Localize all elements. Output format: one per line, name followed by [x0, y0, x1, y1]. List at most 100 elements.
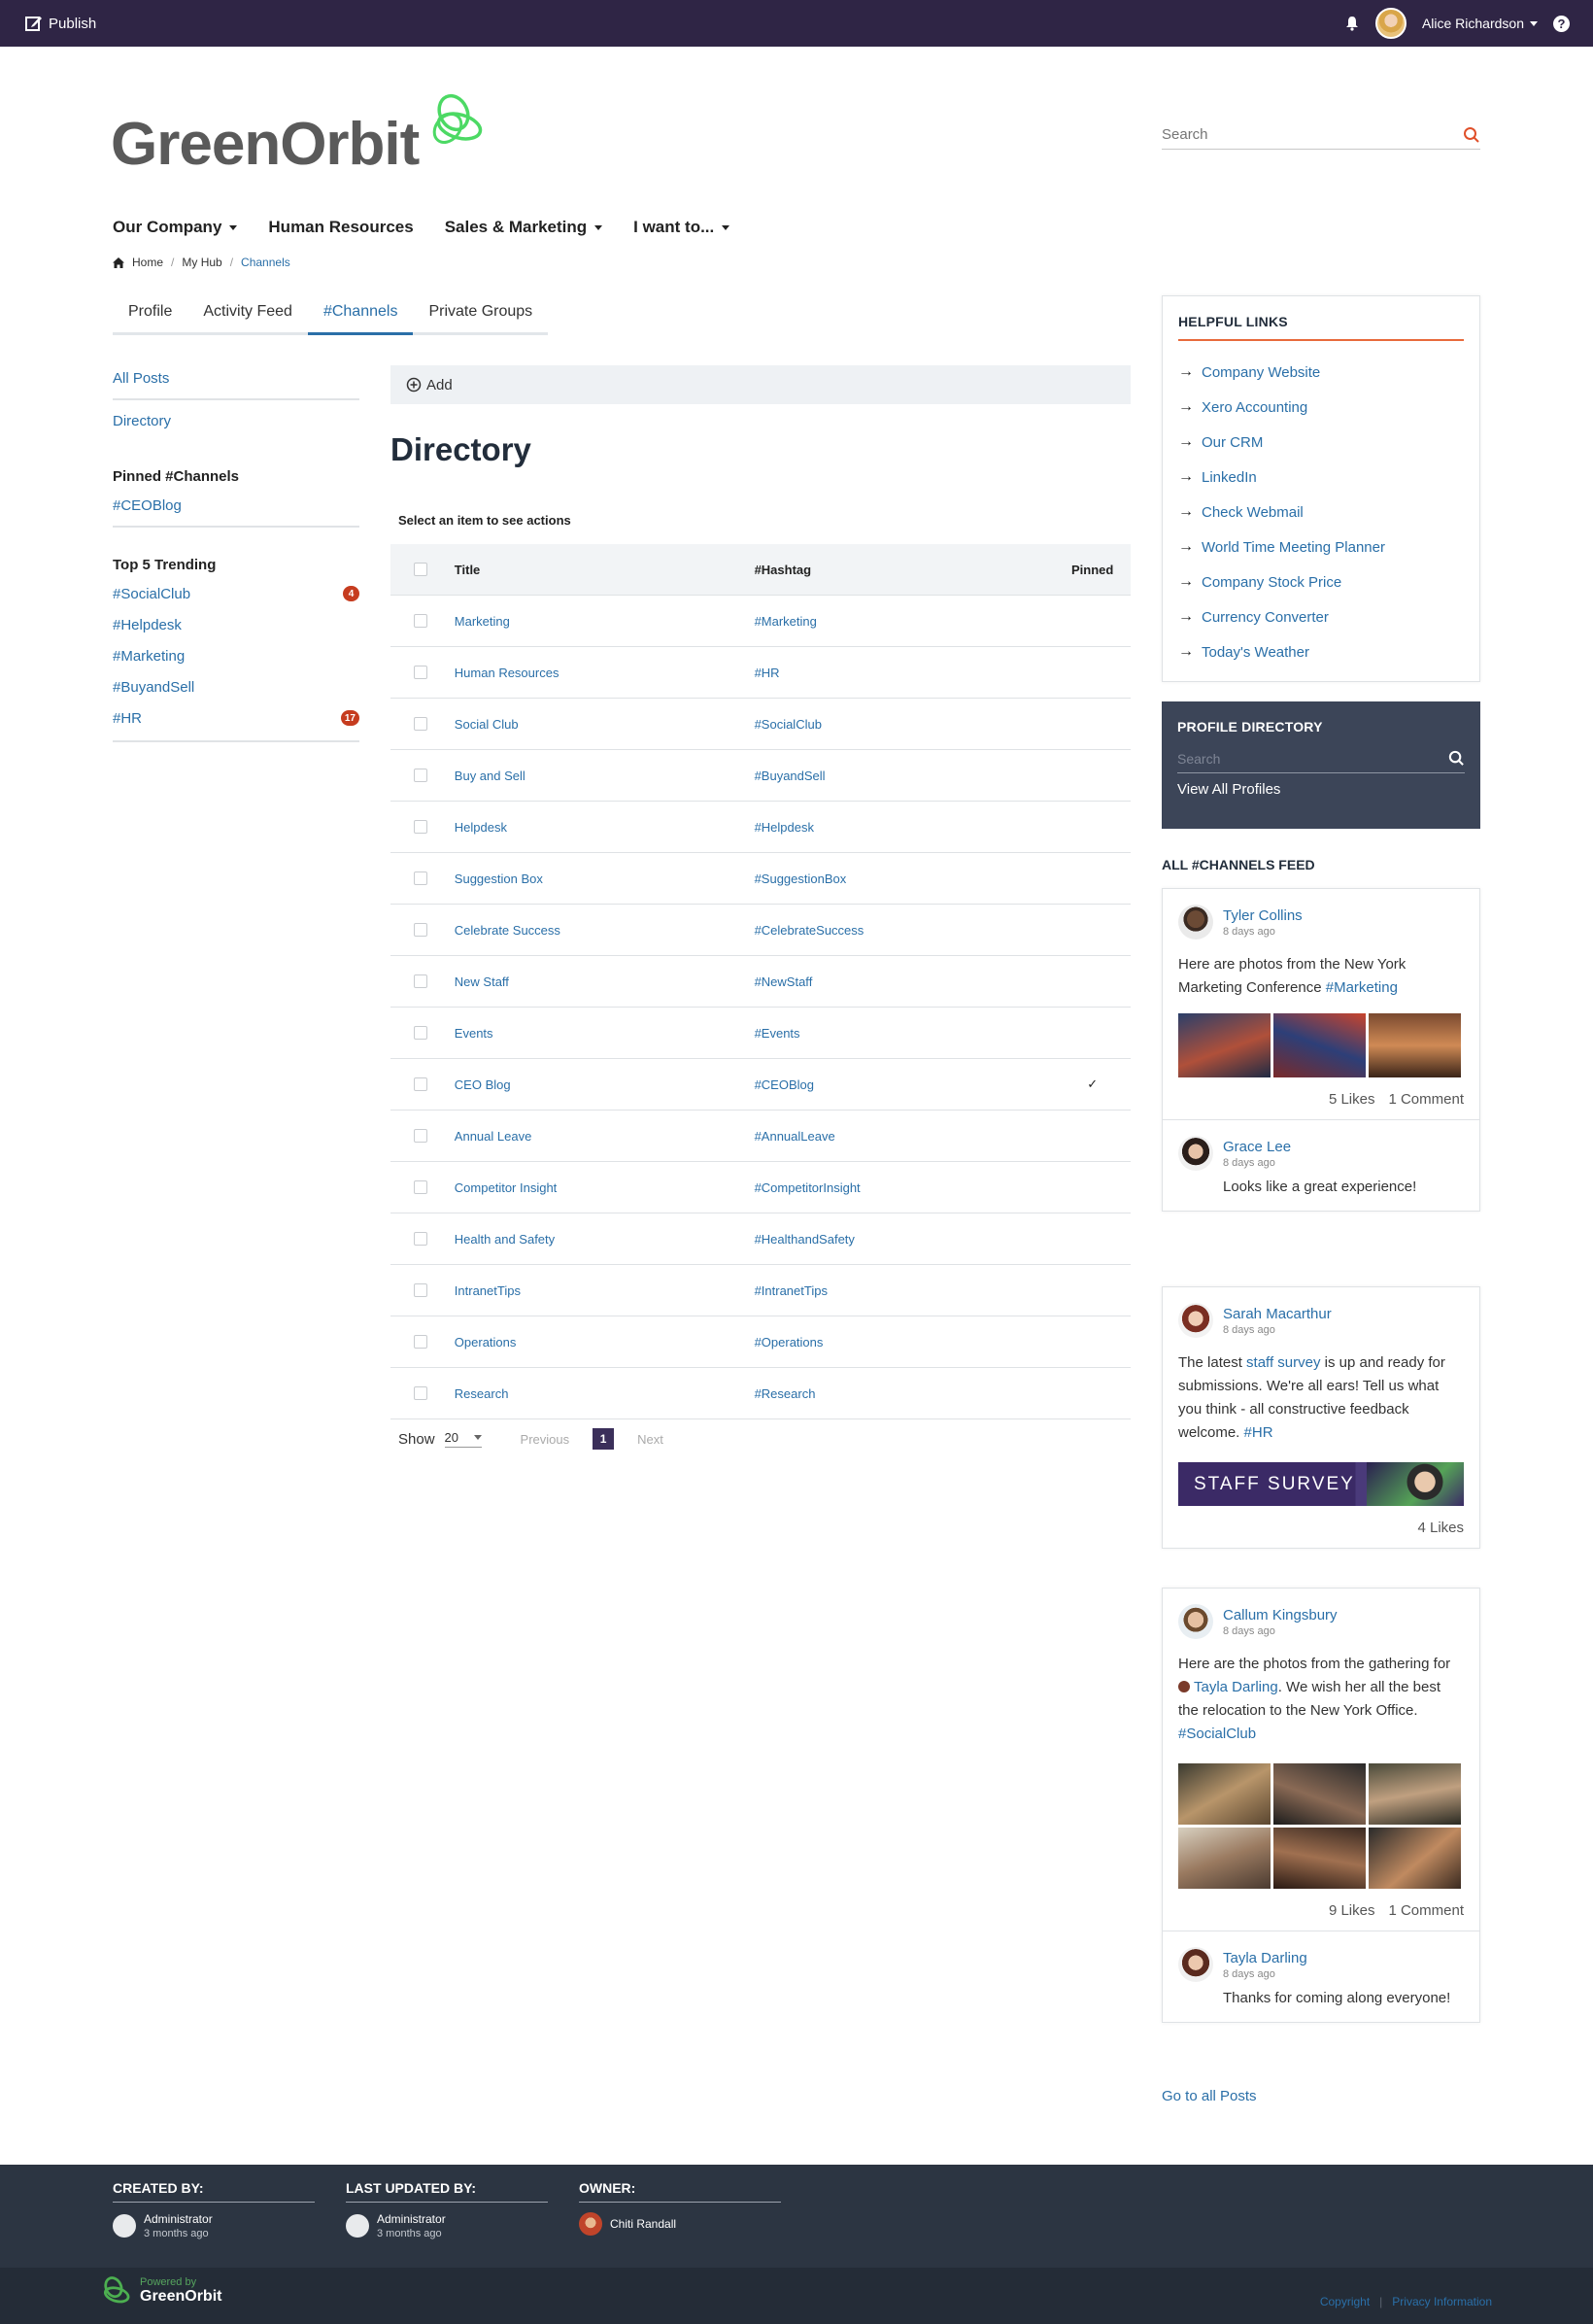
table-row[interactable]: Social Club #SocialClub [390, 699, 1131, 750]
comment-author[interactable]: Grace Lee [1223, 1139, 1291, 1155]
brand-logo[interactable]: GreenOrbit [111, 93, 487, 175]
comments-count[interactable]: 1 Comment [1388, 1902, 1464, 1919]
breadcrumb-hub[interactable]: My Hub [182, 256, 221, 269]
likes-count[interactable]: 5 Likes [1329, 1091, 1375, 1108]
table-row[interactable]: Helpdesk #Helpdesk [390, 802, 1131, 853]
channel-title-link[interactable]: Events [455, 1026, 755, 1041]
photo[interactable] [1178, 1828, 1271, 1889]
all-posts-link[interactable]: All Posts [113, 369, 359, 387]
bell-icon[interactable] [1344, 16, 1360, 31]
powered-by[interactable]: Powered by GreenOrbit [97, 2275, 221, 2307]
channel-title-link[interactable]: IntranetTips [455, 1283, 755, 1298]
table-row[interactable]: IntranetTips #IntranetTips [390, 1265, 1131, 1316]
channel-title-link[interactable]: Buy and Sell [455, 769, 755, 783]
helpful-link[interactable]: → Check Webmail [1178, 495, 1464, 530]
avatar[interactable] [1178, 1604, 1213, 1639]
avatar[interactable] [1178, 905, 1213, 940]
helpful-link-label[interactable]: LinkedIn [1202, 469, 1257, 486]
updated-by-name[interactable]: Administrator [377, 2212, 446, 2226]
next-page-button[interactable]: Next [637, 1432, 663, 1447]
nav-our-company[interactable]: Our Company [113, 218, 238, 237]
table-row[interactable]: Suggestion Box #SuggestionBox [390, 853, 1131, 905]
trending-item[interactable]: #BuyandSell [113, 678, 359, 696]
helpful-link[interactable]: → LinkedIn [1178, 460, 1464, 495]
search-input[interactable] [1162, 126, 1434, 143]
hashtag-link[interactable]: #Marketing [1326, 979, 1398, 996]
row-checkbox[interactable] [414, 614, 427, 628]
photo[interactable] [1178, 1013, 1271, 1077]
helpful-link-label[interactable]: Company Stock Price [1202, 574, 1341, 591]
table-row[interactable]: CEO Blog #CEOBlog ✓ [390, 1059, 1131, 1111]
channel-hashtag-link[interactable]: #AnnualLeave [755, 1129, 1055, 1144]
breadcrumb-current[interactable]: Channels [241, 256, 290, 269]
channel-title-link[interactable]: Helpdesk [455, 820, 755, 835]
tab-activity-feed[interactable]: Activity Feed [187, 303, 308, 332]
table-row[interactable]: Celebrate Success #CelebrateSuccess [390, 905, 1131, 956]
profile-search[interactable]: Search [1177, 744, 1465, 773]
channel-title-link[interactable]: Suggestion Box [455, 872, 755, 886]
select-all-checkbox[interactable] [414, 563, 427, 576]
row-checkbox[interactable] [414, 923, 427, 937]
post-author[interactable]: Callum Kingsbury [1223, 1607, 1338, 1623]
user-mention-link[interactable]: Tayla Darling [1194, 1679, 1278, 1695]
nav-human-resources[interactable]: Human Resources [268, 218, 413, 237]
channel-hashtag-link[interactable]: #Helpdesk [755, 820, 1055, 835]
table-row[interactable]: Health and Safety #HealthandSafety [390, 1213, 1131, 1265]
trending-item[interactable]: #Helpdesk [113, 616, 359, 633]
add-button[interactable]: Add [390, 365, 1131, 404]
avatar[interactable] [346, 2214, 369, 2238]
row-checkbox[interactable] [414, 1026, 427, 1040]
comments-count[interactable]: 1 Comment [1388, 1091, 1464, 1108]
channel-hashtag-link[interactable]: #SuggestionBox [755, 872, 1055, 886]
previous-page-button[interactable]: Previous [521, 1432, 570, 1447]
table-row[interactable]: Buy and Sell #BuyandSell [390, 750, 1131, 802]
helpful-link[interactable]: → World Time Meeting Planner [1178, 530, 1464, 564]
photo[interactable] [1273, 1828, 1366, 1889]
table-row[interactable]: Competitor Insight #CompetitorInsight [390, 1162, 1131, 1213]
table-row[interactable]: Research #Research [390, 1368, 1131, 1419]
search-icon[interactable] [1463, 126, 1480, 144]
directory-link[interactable]: Directory [113, 412, 359, 429]
column-header-pinned[interactable]: Pinned [1054, 563, 1131, 577]
photo[interactable] [1369, 1828, 1461, 1889]
photo[interactable] [1273, 1763, 1366, 1825]
channel-title-link[interactable]: New Staff [455, 974, 755, 989]
likes-count[interactable]: 9 Likes [1329, 1902, 1375, 1919]
trending-item[interactable]: #Marketing [113, 647, 359, 665]
photo[interactable] [1369, 1013, 1461, 1077]
photo[interactable] [1178, 1763, 1271, 1825]
publish-button[interactable]: Publish [25, 15, 96, 32]
channel-hashtag-link[interactable]: #Marketing [755, 614, 1055, 629]
page-size-select[interactable]: 20 [444, 1430, 482, 1448]
tab-channels[interactable]: #Channels [307, 303, 414, 335]
photo[interactable] [1273, 1013, 1366, 1077]
table-row[interactable]: Operations #Operations [390, 1316, 1131, 1368]
nav-i-want-to[interactable]: I want to... [633, 218, 730, 237]
row-checkbox[interactable] [414, 769, 427, 782]
helpful-link[interactable]: → Today's Weather [1178, 634, 1464, 669]
channel-hashtag-link[interactable]: #CEOBlog [755, 1077, 1055, 1092]
row-checkbox[interactable] [414, 717, 427, 731]
avatar[interactable] [1178, 1136, 1213, 1171]
channel-title-link[interactable]: Health and Safety [455, 1232, 755, 1247]
comment-author[interactable]: Tayla Darling [1223, 1950, 1307, 1966]
pinned-channel-link[interactable]: #CEOBlog [113, 496, 359, 514]
avatar[interactable] [1178, 1947, 1213, 1982]
helpful-link-label[interactable]: Check Webmail [1202, 504, 1304, 521]
row-checkbox[interactable] [414, 1283, 427, 1297]
row-checkbox[interactable] [414, 1129, 427, 1143]
helpful-link[interactable]: → Currency Converter [1178, 599, 1464, 634]
channel-hashtag-link[interactable]: #HealthandSafety [755, 1232, 1055, 1247]
view-all-profiles-link[interactable]: View All Profiles [1177, 781, 1465, 798]
channel-title-link[interactable]: CEO Blog [455, 1077, 755, 1092]
helpful-link-label[interactable]: Today's Weather [1202, 644, 1309, 661]
channel-title-link[interactable]: Research [455, 1386, 755, 1401]
table-row[interactable]: Events #Events [390, 1008, 1131, 1059]
staff-survey-link[interactable]: staff survey [1246, 1354, 1320, 1371]
helpful-link[interactable]: → Company Website [1178, 355, 1464, 390]
privacy-link[interactable]: Privacy Information [1392, 2295, 1492, 2308]
profile-search-input[interactable]: Search [1177, 751, 1220, 767]
channel-hashtag-link[interactable]: #Events [755, 1026, 1055, 1041]
helpful-link[interactable]: → Company Stock Price [1178, 564, 1464, 599]
helpful-link-label[interactable]: Company Website [1202, 364, 1320, 381]
